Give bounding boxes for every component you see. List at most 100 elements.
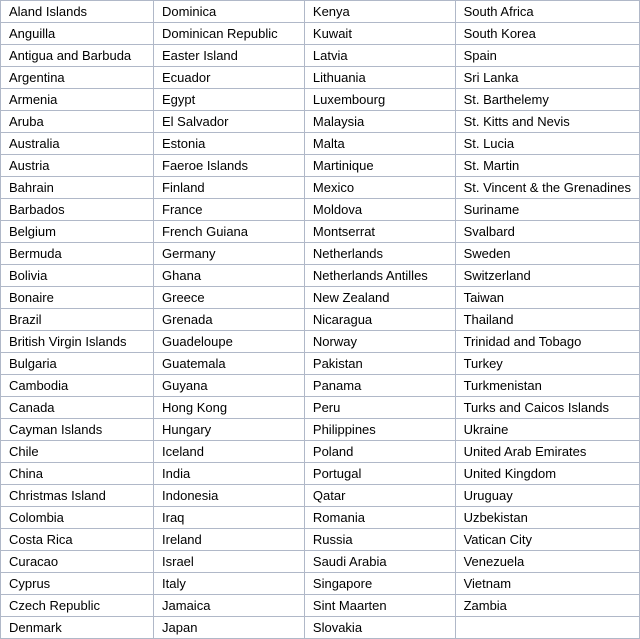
table-cell: Czech Republic: [1, 595, 154, 617]
table-cell: India: [154, 463, 305, 485]
table-cell: Pakistan: [304, 353, 455, 375]
table-cell: Bermuda: [1, 243, 154, 265]
table-row: CanadaHong KongPeruTurks and Caicos Isla…: [1, 397, 640, 419]
table-row: BulgariaGuatemalaPakistanTurkey: [1, 353, 640, 375]
table-cell: St. Kitts and Nevis: [455, 111, 639, 133]
table-cell: Hungary: [154, 419, 305, 441]
table-cell: Egypt: [154, 89, 305, 111]
table-cell: Kenya: [304, 1, 455, 23]
table-cell: Mexico: [304, 177, 455, 199]
table-cell: Belgium: [1, 221, 154, 243]
table-cell: Estonia: [154, 133, 305, 155]
table-cell: Netherlands Antilles: [304, 265, 455, 287]
table-cell: Dominican Republic: [154, 23, 305, 45]
table-cell: Bolivia: [1, 265, 154, 287]
table-cell: Australia: [1, 133, 154, 155]
table-row: ArgentinaEcuadorLithuaniaSri Lanka: [1, 67, 640, 89]
table-row: Czech RepublicJamaicaSint MaartenZambia: [1, 595, 640, 617]
table-cell: Saudi Arabia: [304, 551, 455, 573]
table-cell: Uzbekistan: [455, 507, 639, 529]
table-cell: French Guiana: [154, 221, 305, 243]
table-row: CuracaoIsraelSaudi ArabiaVenezuela: [1, 551, 640, 573]
table-cell: Dominica: [154, 1, 305, 23]
table-cell: Anguilla: [1, 23, 154, 45]
table-cell: Aland Islands: [1, 1, 154, 23]
table-cell: Colombia: [1, 507, 154, 529]
table-cell: Switzerland: [455, 265, 639, 287]
table-cell: China: [1, 463, 154, 485]
table-cell: British Virgin Islands: [1, 331, 154, 353]
table-cell: St. Lucia: [455, 133, 639, 155]
table-cell: Taiwan: [455, 287, 639, 309]
table-cell: Poland: [304, 441, 455, 463]
table-cell: Norway: [304, 331, 455, 353]
table-cell: Barbados: [1, 199, 154, 221]
table-cell: Ukraine: [455, 419, 639, 441]
table-cell: Turks and Caicos Islands: [455, 397, 639, 419]
table-cell: [455, 617, 639, 639]
table-cell: Uruguay: [455, 485, 639, 507]
table-cell: Thailand: [455, 309, 639, 331]
table-cell: Grenada: [154, 309, 305, 331]
table-cell: Lithuania: [304, 67, 455, 89]
table-cell: St. Vincent & the Grenadines: [455, 177, 639, 199]
table-cell: Ireland: [154, 529, 305, 551]
table-cell: Hong Kong: [154, 397, 305, 419]
table-cell: Turkey: [455, 353, 639, 375]
table-cell: St. Martin: [455, 155, 639, 177]
table-cell: Nicaragua: [304, 309, 455, 331]
table-cell: Sweden: [455, 243, 639, 265]
table-cell: Costa Rica: [1, 529, 154, 551]
table-row: CyprusItalySingaporeVietnam: [1, 573, 640, 595]
table-cell: Sri Lanka: [455, 67, 639, 89]
table-cell: South Africa: [455, 1, 639, 23]
countries-table: Aland IslandsDominicaKenyaSouth Africa An…: [0, 0, 640, 639]
table-cell: Armenia: [1, 89, 154, 111]
table-cell: Indonesia: [154, 485, 305, 507]
table-row: BahrainFinlandMexicoSt. Vincent & the Gr…: [1, 177, 640, 199]
table-cell: Panama: [304, 375, 455, 397]
table-cell: Israel: [154, 551, 305, 573]
table-cell: Iraq: [154, 507, 305, 529]
table-cell: United Kingdom: [455, 463, 639, 485]
table-row: AustriaFaeroe IslandsMartiniqueSt. Marti…: [1, 155, 640, 177]
table-cell: Netherlands: [304, 243, 455, 265]
table-cell: Guadeloupe: [154, 331, 305, 353]
table-cell: Spain: [455, 45, 639, 67]
table-row: Antigua and BarbudaEaster IslandLatviaSp…: [1, 45, 640, 67]
table-cell: Italy: [154, 573, 305, 595]
table-row: BarbadosFranceMoldovaSuriname: [1, 199, 640, 221]
table-cell: Cambodia: [1, 375, 154, 397]
table-cell: El Salvador: [154, 111, 305, 133]
table-row: Costa RicaIrelandRussiaVatican City: [1, 529, 640, 551]
table-row: BonaireGreeceNew ZealandTaiwan: [1, 287, 640, 309]
table-cell: Montserrat: [304, 221, 455, 243]
table-row: ArmeniaEgyptLuxembourgSt. Barthelemy: [1, 89, 640, 111]
table-cell: Moldova: [304, 199, 455, 221]
table-cell: Romania: [304, 507, 455, 529]
table-cell: St. Barthelemy: [455, 89, 639, 111]
table-cell: Japan: [154, 617, 305, 639]
table-row: ArubaEl SalvadorMalaysiaSt. Kitts and Ne…: [1, 111, 640, 133]
table-cell: Austria: [1, 155, 154, 177]
table-cell: Germany: [154, 243, 305, 265]
table-cell: New Zealand: [304, 287, 455, 309]
table-cell: Bulgaria: [1, 353, 154, 375]
table-row: British Virgin IslandsGuadeloupeNorwayTr…: [1, 331, 640, 353]
table-cell: Easter Island: [154, 45, 305, 67]
table-row: ChileIcelandPolandUnited Arab Emirates: [1, 441, 640, 463]
table-row: CambodiaGuyanaPanamaTurkmenistan: [1, 375, 640, 397]
table-row: BrazilGrenadaNicaraguaThailand: [1, 309, 640, 331]
table-cell: Svalbard: [455, 221, 639, 243]
table-cell: Portugal: [304, 463, 455, 485]
table-cell: Aruba: [1, 111, 154, 133]
table-cell: Christmas Island: [1, 485, 154, 507]
table-cell: Bahrain: [1, 177, 154, 199]
table-cell: Malaysia: [304, 111, 455, 133]
table-cell: Antigua and Barbuda: [1, 45, 154, 67]
table-cell: Jamaica: [154, 595, 305, 617]
table-cell: Ghana: [154, 265, 305, 287]
table-cell: Iceland: [154, 441, 305, 463]
table-cell: Canada: [1, 397, 154, 419]
table-cell: Latvia: [304, 45, 455, 67]
